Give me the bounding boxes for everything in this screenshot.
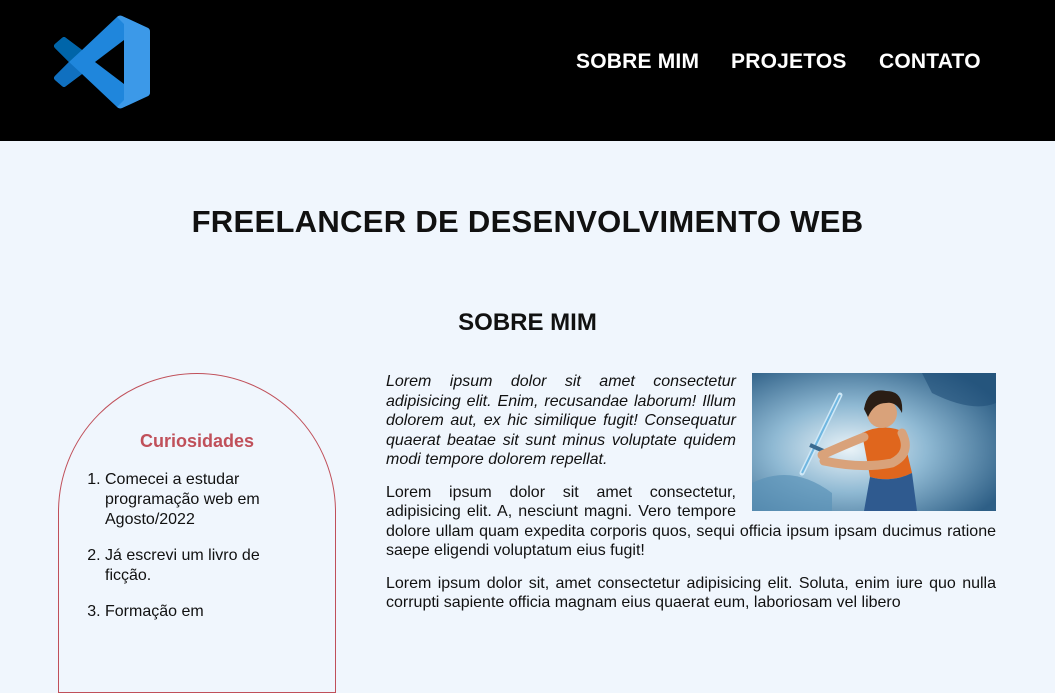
site-header: SOBRE MIM PROJETOS CONTATO [0, 0, 1055, 141]
hero-illustration [752, 373, 996, 511]
curiosities-card: Curiosidades Comecei a estudar programaç… [58, 373, 336, 693]
list-item: Comecei a estudar programação web em Ago… [105, 470, 305, 530]
curiosities-title: Curiosidades [139, 431, 255, 451]
nav-link-projetos[interactable]: PROJETOS [731, 50, 847, 74]
list-item: Já escrevi um livro de ficção. [105, 546, 305, 586]
list-item: Formação em [105, 602, 305, 622]
page-title: FREELANCER DE DESENVOLVIMENTO WEB [191, 204, 864, 239]
main-nav: SOBRE MIM PROJETOS CONTATO [0, 50, 1055, 76]
nav-link-contato[interactable]: CONTATO [879, 50, 981, 74]
section-title: SOBRE MIM [458, 309, 597, 336]
about-content: Lorem ipsum dolor sit amet consectetur a… [386, 372, 996, 626]
nav-link-sobre-mim[interactable]: SOBRE MIM [576, 50, 699, 74]
curiosities-list: Comecei a estudar programação web em Ago… [87, 470, 305, 638]
paragraph: Lorem ipsum dolor sit, amet consectetur … [386, 574, 996, 612]
